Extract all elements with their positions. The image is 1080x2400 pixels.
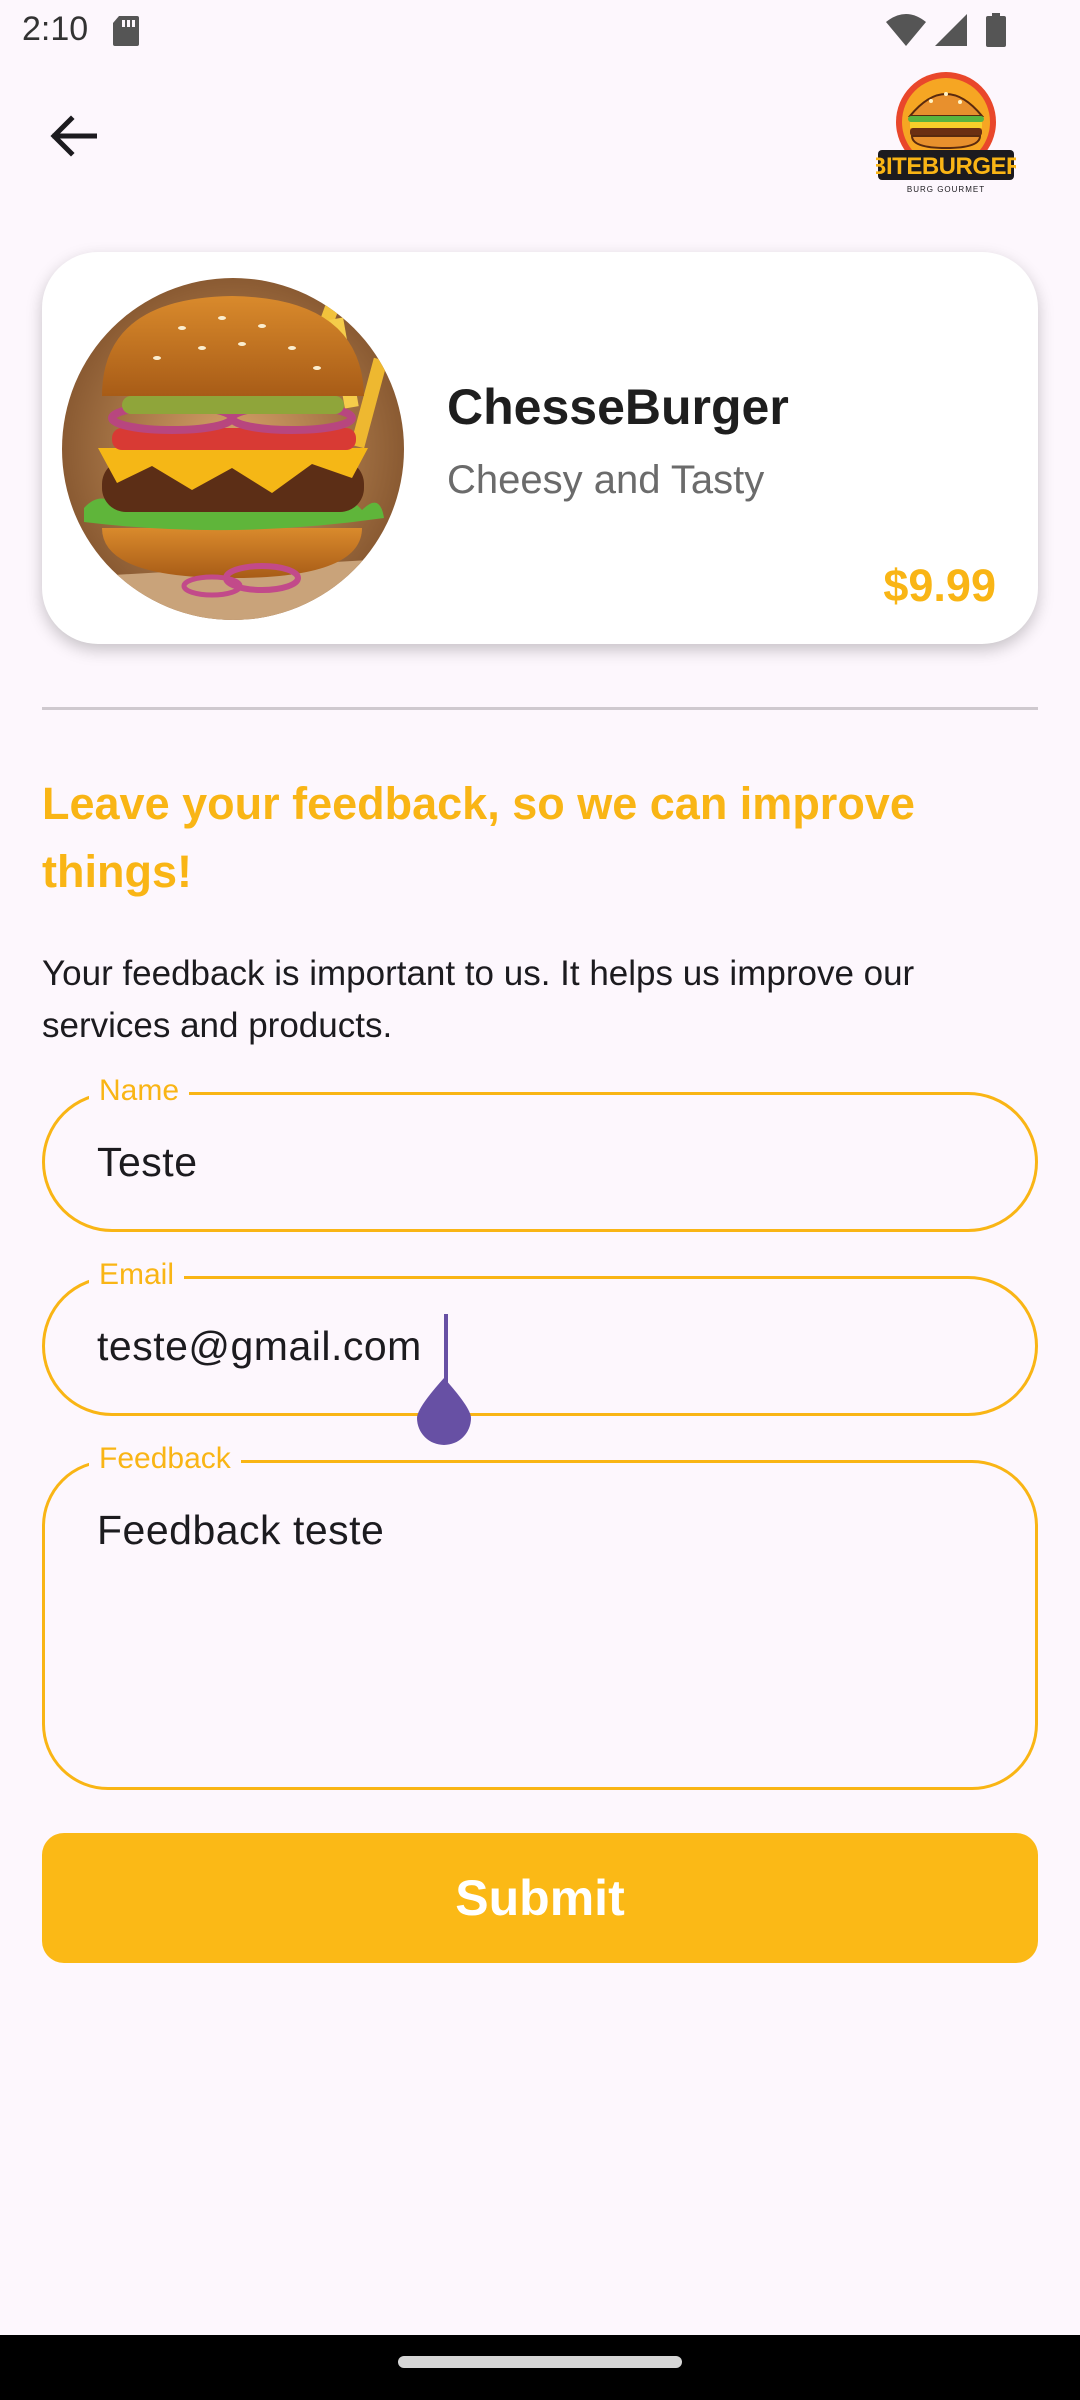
home-indicator[interactable]	[398, 2356, 682, 2368]
back-button[interactable]	[30, 100, 116, 172]
section-divider	[42, 707, 1038, 710]
logo-tagline: BURG GOURMET	[907, 185, 985, 194]
status-bar: 2:10	[0, 0, 1080, 64]
battery-icon	[986, 13, 1006, 47]
signal-icon	[935, 14, 967, 46]
feedback-field[interactable]: Feedback Feedback teste	[42, 1441, 1038, 1790]
email-field[interactable]: Email teste@gmail.com	[42, 1257, 1038, 1416]
feedback-description: Your feedback is important to us. It hel…	[42, 954, 915, 1045]
text-cursor	[444, 1314, 448, 1384]
name-field-label: Name	[89, 1073, 190, 1109]
logo-text: BITEBURGER	[876, 153, 1016, 180]
feedback-screen: 2:10 BITEBURGER BURG GOURMET ChesseBurge…	[0, 0, 1080, 2400]
wifi-icon	[886, 14, 926, 46]
cursor-handle-icon[interactable]	[413, 1378, 475, 1446]
product-name: ChesseBurger	[447, 379, 789, 435]
product-subtitle: Cheesy and Tasty	[447, 458, 765, 502]
name-field[interactable]: Name Teste	[42, 1073, 1038, 1232]
sd-card-icon	[113, 16, 139, 46]
feedback-title: Leave your feedback, so we can improve t…	[42, 778, 915, 897]
name-field-value: Teste	[97, 1139, 198, 1185]
status-time: 2:10	[22, 10, 89, 48]
email-field-value: teste@gmail.com	[97, 1323, 422, 1369]
product-price: $9.99	[883, 560, 996, 611]
submit-label: Submit	[455, 1870, 625, 1926]
feedback-field-value: Feedback teste	[97, 1507, 385, 1553]
arrow-back-icon	[50, 115, 97, 157]
feedback-field-label: Feedback	[89, 1441, 241, 1477]
cheeseburger-image	[62, 278, 404, 620]
email-field-label: Email	[89, 1257, 185, 1293]
biteburger-logo: BITEBURGER BURG GOURMET	[876, 72, 1016, 194]
submit-button[interactable]: Submit	[42, 1833, 1038, 1963]
product-card[interactable]: ChesseBurger Cheesy and Tasty $9.99	[42, 252, 1038, 644]
